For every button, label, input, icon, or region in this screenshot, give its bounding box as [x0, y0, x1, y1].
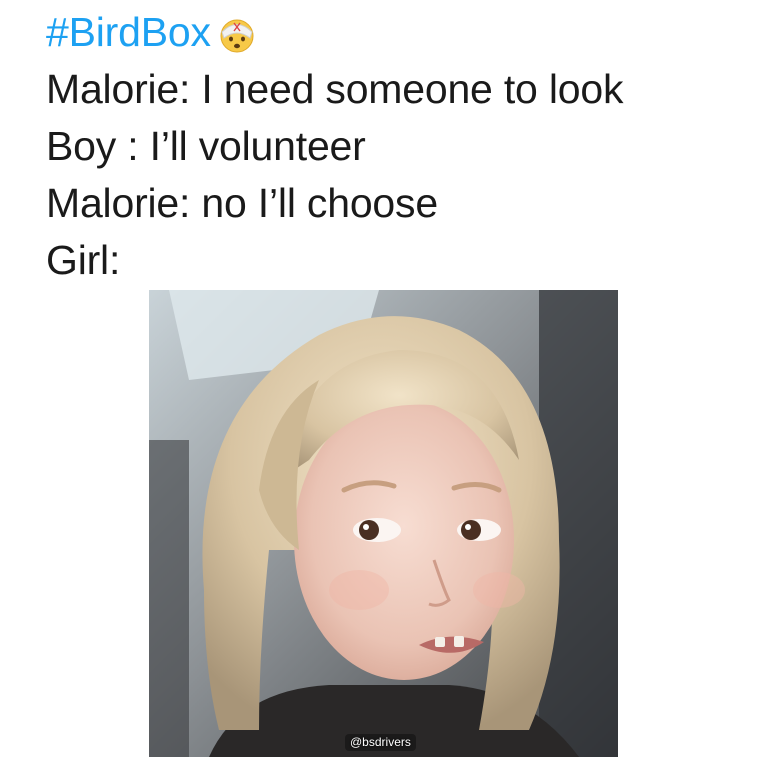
- tweet-line-1: Malorie: I need someone to look: [46, 66, 624, 112]
- tweet-text: #BirdBox Malorie: I need someone to look…: [46, 4, 746, 289]
- side-eyeing-girl-photo[interactable]: @bsdrivers: [149, 290, 618, 757]
- tweet-line-3: Malorie: no I’ll choose: [46, 180, 438, 226]
- face-with-head-bandage-icon: [217, 13, 257, 53]
- tweet-card: #BirdBox Malorie: I need someone to look…: [0, 0, 768, 759]
- tweet-line-2: Boy : I’ll volunteer: [46, 123, 366, 169]
- hashtag-link[interactable]: #BirdBox: [46, 4, 211, 61]
- tweet-line-4: Girl:: [46, 237, 121, 283]
- photo-illustration: [149, 290, 618, 757]
- photo-watermark: @bsdrivers: [345, 734, 416, 751]
- hashtag-line: #BirdBox: [46, 4, 746, 61]
